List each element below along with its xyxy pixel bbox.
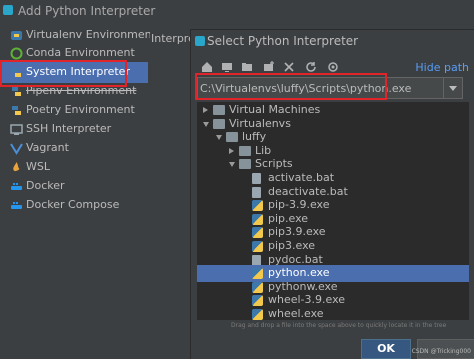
folder-icon	[226, 132, 238, 143]
sidebar-item-label: Docker	[26, 179, 65, 192]
sidebar-item-docker-compose[interactable]: Docker Compose	[0, 195, 148, 216]
pycharm-app-icon	[195, 36, 205, 46]
hide-path-link[interactable]: Hide path	[415, 61, 469, 74]
tree-row-label: pip3.exe	[268, 239, 316, 252]
vagrant-icon	[10, 143, 23, 155]
python-file-icon	[252, 281, 263, 293]
sidebar-item-label: Poetry Environment	[26, 103, 135, 116]
desktop-icon[interactable]	[221, 61, 233, 73]
virtualenv-icon	[11, 31, 22, 40]
tree-row[interactable]: wheel.exe	[197, 306, 469, 320]
drag-drop-hint: Drag and drop a file into the space abov…	[231, 322, 447, 329]
show-hidden-icon[interactable]	[327, 61, 339, 73]
tree-row-label: pydoc.bat	[268, 252, 323, 266]
folder-icon	[213, 105, 225, 115]
conda-icon	[10, 47, 23, 60]
chevron-right-icon[interactable]	[203, 107, 208, 113]
file-icon	[252, 173, 261, 184]
tree-row-label: deactivate.bat	[268, 184, 348, 198]
python-file-icon	[252, 227, 263, 239]
outer-dialog-title: Add Python Interpreter	[18, 4, 156, 18]
python-file-icon	[252, 295, 263, 307]
sidebar-item-docker[interactable]: Docker	[0, 176, 148, 197]
tree-row-label: Virtual Machines	[229, 103, 321, 116]
python-file-icon	[252, 200, 263, 212]
pycharm-app-icon	[3, 5, 13, 15]
system-interpreter-highlight-box	[0, 60, 127, 87]
sidebar-item-wsl[interactable]: WSL	[0, 157, 148, 178]
select-python-interpreter-dialog: Select Python Interpreter Hide path Virt…	[190, 29, 474, 359]
home-icon[interactable]	[201, 61, 213, 73]
chevron-down-icon[interactable]	[443, 78, 462, 98]
sidebar-item-vagrant[interactable]: Vagrant	[0, 138, 148, 159]
docker-icon	[11, 183, 22, 190]
select-dialog-title: Select Python Interpreter	[207, 34, 359, 48]
sidebar-item-label: Virtualenv Environment	[26, 28, 156, 41]
file-tree[interactable]: Virtual Machines Virtualenvs luffy Lib Scrip…	[197, 102, 469, 320]
ssh-icon	[10, 124, 23, 135]
path-highlight-box	[195, 73, 387, 100]
project-icon[interactable]	[241, 61, 253, 73]
folder-icon	[213, 118, 225, 129]
python-file-icon	[252, 241, 263, 252]
docker-compose-icon	[11, 202, 22, 209]
tree-row-label: activate.bat	[268, 171, 335, 184]
outer-dialog-content: Interpre	[150, 22, 195, 358]
sidebar-item-poetry[interactable]: Poetry Environment	[0, 100, 148, 121]
tree-row-label: pip.exe	[268, 211, 309, 225]
tree-row-label: pip3.9.exe	[268, 225, 326, 239]
python-file-icon	[252, 268, 263, 280]
select-dialog-titlebar: Select Python Interpreter	[191, 30, 474, 52]
folder-icon	[239, 145, 251, 156]
poetry-icon	[12, 106, 21, 115]
watermark-text: CSDN @Tricking000	[411, 348, 471, 355]
sidebar-item-label: WSL	[26, 160, 50, 173]
tree-row-label: Virtualenvs	[229, 116, 291, 130]
sidebar-item-ssh[interactable]: SSH Interpreter	[0, 119, 148, 140]
outer-dialog-titlebar: Add Python Interpreter	[0, 0, 474, 22]
file-icon	[252, 186, 261, 198]
delete-icon[interactable]	[283, 61, 295, 73]
tree-row-label: python.exe	[268, 266, 330, 280]
tree-row-label: pip-3.9.exe	[268, 198, 330, 212]
chevron-down-icon[interactable]	[229, 162, 235, 168]
file-icon	[252, 254, 261, 266]
chevron-down-icon[interactable]	[203, 121, 209, 127]
folder-icon	[239, 159, 251, 170]
tree-row-label: wheel.exe	[268, 307, 324, 320]
interpreter-label: Interpre	[151, 32, 195, 45]
refresh-icon[interactable]	[305, 61, 317, 73]
chevron-right-icon[interactable]	[229, 147, 234, 154]
tree-row-label: Lib	[255, 143, 272, 157]
sidebar-item-label: SSH Interpreter	[26, 122, 112, 135]
tree-row-label: Scripts	[255, 157, 293, 171]
python-file-icon	[252, 309, 263, 320]
wsl-icon	[13, 162, 20, 172]
python-file-icon	[252, 213, 263, 225]
sidebar-item-label: Vagrant	[26, 141, 69, 154]
tree-row-label: luffy	[242, 130, 267, 144]
new-folder-icon[interactable]	[263, 61, 275, 73]
tree-row-label: pythonw.exe	[268, 279, 338, 293]
sidebar-item-label: Docker Compose	[26, 198, 120, 211]
sidebar-item-label: Conda Environment	[26, 46, 135, 59]
ok-button[interactable]: OK	[361, 339, 411, 359]
tree-row-label: wheel-3.9.exe	[268, 293, 346, 307]
chevron-down-icon[interactable]	[216, 135, 222, 141]
